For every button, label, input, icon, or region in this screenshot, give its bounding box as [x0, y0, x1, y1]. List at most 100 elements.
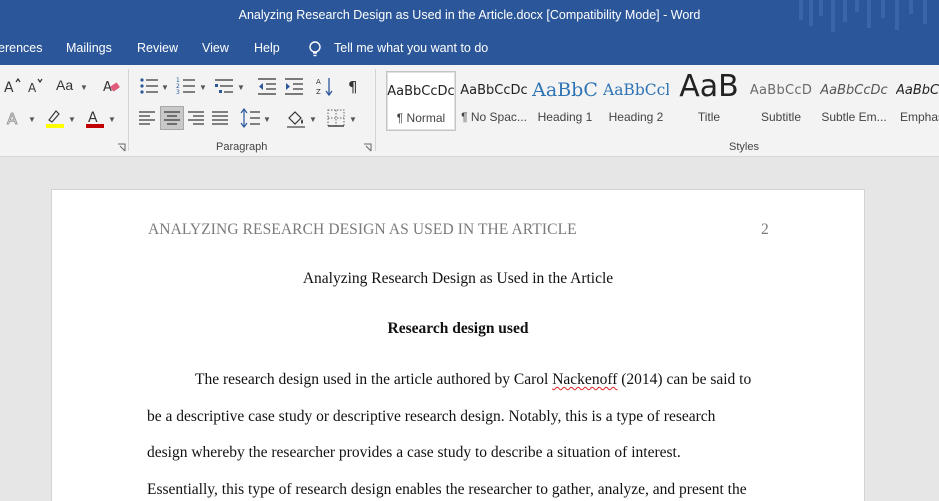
shrink-font-button[interactable]: A: [26, 75, 48, 97]
text-effects-button[interactable]: A: [4, 107, 26, 129]
align-right-icon: [188, 111, 204, 125]
body-text: The research design used in the article …: [195, 371, 553, 388]
section-heading: Research design used: [387, 320, 529, 337]
style-name: Title: [697, 110, 721, 124]
svg-text:A: A: [7, 110, 18, 128]
style-name: Subtitle: [760, 110, 802, 124]
style-heading-2[interactable]: AaBbCcl Heading 2: [603, 71, 669, 131]
lightbulb-icon: [309, 41, 321, 57]
clear-formatting-button[interactable]: A: [100, 75, 122, 97]
style-normal[interactable]: AaBbCcDc ¶ Normal: [386, 71, 456, 131]
svg-text:Z: Z: [316, 88, 321, 96]
change-case-button[interactable]: Aa: [55, 75, 81, 97]
chevron-down-icon: ▼: [68, 115, 76, 124]
document-page[interactable]: ANALYZING RESEARCH DESIGN AS USED IN THE…: [51, 189, 865, 501]
svg-text:3: 3: [176, 89, 180, 96]
font-color-button[interactable]: A: [84, 107, 106, 129]
chevron-down-icon: ▼: [263, 115, 271, 124]
show-formatting-button[interactable]: ¶: [344, 75, 366, 97]
highlight-color-button[interactable]: [44, 107, 66, 129]
tab-references[interactable]: erences: [0, 41, 42, 55]
ribbon-tabs: erences Mailings Review View Help Tell m…: [0, 32, 939, 65]
font-color-icon: A: [86, 110, 104, 128]
justify-button[interactable]: [209, 107, 231, 129]
style-sample: AaBbCcD: [749, 83, 813, 98]
grow-font-button[interactable]: A: [2, 75, 24, 97]
clear-formatting-icon: A: [103, 80, 120, 95]
body-line: The research design used in the article …: [195, 371, 751, 389]
title-bar-pattern-icon: [799, 0, 927, 32]
align-left-button[interactable]: [136, 107, 158, 129]
font-dialog-launcher-icon[interactable]: [117, 143, 126, 152]
svg-text:A: A: [28, 81, 37, 95]
paint-bucket-icon: [287, 111, 305, 128]
style-heading-1[interactable]: AaBbC Heading 1: [532, 71, 598, 131]
document-title: Analyzing Research Design as Used in the…: [302, 270, 614, 287]
decrease-indent-button[interactable]: [256, 75, 278, 97]
tab-help[interactable]: Help: [254, 41, 280, 55]
chevron-down-icon: ▼: [80, 83, 88, 92]
highlight-color-swatch: [46, 124, 64, 128]
style-name: Heading 1: [537, 110, 593, 124]
style-sample: AaBbC: [532, 79, 598, 101]
svg-text:A: A: [4, 80, 14, 96]
paragraph-group-label: Paragraph: [216, 141, 268, 153]
multilevel-list-icon: [215, 79, 233, 93]
numbering-button[interactable]: 123: [175, 75, 197, 97]
svg-text:A: A: [316, 78, 321, 86]
style-title[interactable]: AaB Title: [674, 71, 744, 131]
spelling-flagged-word[interactable]: Nackenoff: [552, 371, 617, 388]
highlighter-icon: [46, 110, 64, 128]
page-number: 2: [761, 221, 769, 238]
bullets-button[interactable]: [138, 75, 160, 97]
increase-indent-icon: [285, 78, 303, 95]
shading-button[interactable]: [285, 107, 307, 129]
style-name: Subtle Em...: [821, 110, 887, 124]
line-spacing-button[interactable]: [240, 107, 262, 129]
svg-text:¶: ¶: [348, 78, 358, 96]
style-sample: AaB: [679, 71, 739, 104]
group-separator: [375, 69, 376, 151]
multilevel-list-button[interactable]: [213, 75, 235, 97]
text-effects-icon: A: [7, 110, 19, 129]
styles-gallery: AaBbCcDc ¶ Normal AaBbCcDc ¶ No Spac... …: [384, 71, 939, 131]
document-area[interactable]: ANALYZING RESEARCH DESIGN AS USED IN THE…: [0, 157, 939, 501]
align-left-icon: [139, 111, 155, 125]
chevron-down-icon: ▼: [161, 83, 169, 92]
style-sample: AaBbCcDc: [820, 83, 888, 98]
paragraph-dialog-launcher-icon[interactable]: [363, 143, 372, 152]
tab-view[interactable]: View: [202, 41, 229, 55]
style-sample: AaBbCc: [896, 83, 939, 98]
running-head: ANALYZING RESEARCH DESIGN AS USED IN THE…: [148, 221, 577, 238]
tell-me-search[interactable]: Tell me what you want to do: [334, 41, 488, 55]
style-no-spacing[interactable]: AaBbCcDc ¶ No Spac...: [459, 71, 529, 131]
ribbon: A A Aa ▼ A A ▼ ▼ A ▼ ▼ 123 ▼ ▼ AZ ¶ ▼ ▼ …: [0, 65, 939, 157]
decrease-indent-icon: [258, 78, 276, 95]
style-emphasis[interactable]: AaBbCc Emphas: [892, 71, 939, 131]
style-name: ¶ No Spac...: [461, 110, 527, 124]
borders-icon: [327, 109, 345, 127]
change-case-label: Aa: [56, 77, 74, 93]
style-subtle-emphasis[interactable]: AaBbCcDc Subtle Em...: [818, 71, 890, 131]
increase-indent-button[interactable]: [283, 75, 305, 97]
style-sample: AaBbCcl: [603, 81, 669, 99]
style-subtitle[interactable]: AaBbCcD Subtitle: [746, 71, 816, 131]
bullet-list-icon: [140, 78, 158, 94]
chevron-down-icon: ▼: [199, 83, 207, 92]
tab-review[interactable]: Review: [137, 41, 178, 55]
style-name: ¶ Normal: [396, 111, 446, 125]
grow-font-icon: A: [4, 77, 21, 96]
borders-button[interactable]: [325, 107, 347, 129]
styles-group-label: Styles: [729, 141, 759, 153]
align-center-button[interactable]: [160, 106, 184, 130]
pilcrow-icon: ¶: [348, 78, 358, 96]
tab-mailings[interactable]: Mailings: [66, 41, 112, 55]
body-line: Essentially, this type of research desig…: [147, 481, 747, 498]
sort-button[interactable]: AZ: [314, 75, 336, 97]
style-name: Heading 2: [608, 110, 664, 124]
group-separator: [128, 69, 129, 151]
numbered-list-icon: 123: [176, 77, 195, 96]
chevron-down-icon: ▼: [28, 115, 36, 124]
style-name: Emphas: [900, 110, 939, 124]
align-right-button[interactable]: [185, 107, 207, 129]
